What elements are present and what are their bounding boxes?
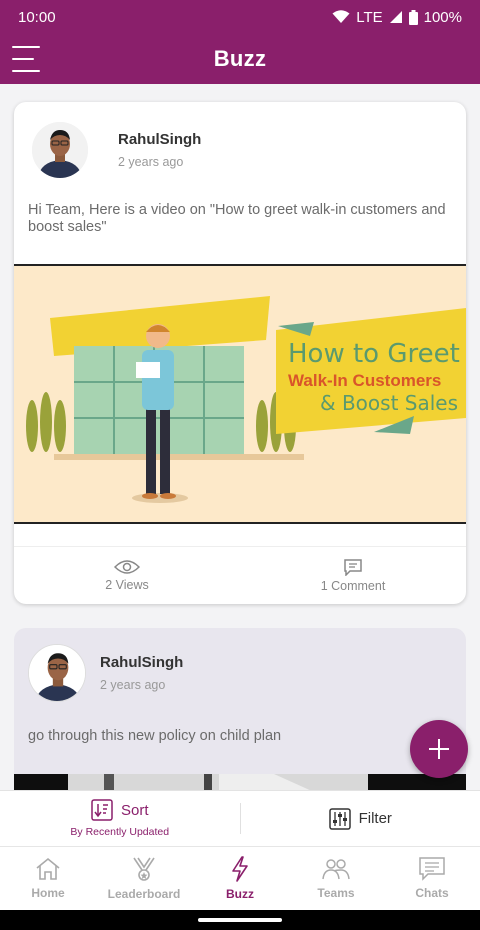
views-count: 2 Views <box>105 578 149 592</box>
signal-icon <box>389 11 402 23</box>
video-title-line3: & Boost Sales <box>320 391 458 415</box>
filter-label: Filter <box>358 810 392 827</box>
nav-leaderboard[interactable]: Leaderboard <box>96 847 192 910</box>
sort-subtitle: By Recently Updated <box>70 826 170 838</box>
plus-icon <box>429 739 449 759</box>
page-title: Buzz <box>213 46 267 71</box>
comments-button[interactable]: 1 Comment <box>240 547 466 604</box>
team-icon <box>322 859 350 880</box>
nav-leaderboard-label: Leaderboard <box>107 887 181 901</box>
nav-chats-label: Chats <box>415 886 449 900</box>
nav-chats[interactable]: Chats <box>384 847 480 910</box>
nav-teams[interactable]: Teams <box>288 847 384 910</box>
home-gesture-handle[interactable] <box>198 918 282 922</box>
bottom-nav: Home Leaderboard Buzz Teams Chats <box>0 846 480 910</box>
comment-icon <box>344 559 362 576</box>
post-time: 2 years ago <box>118 155 184 169</box>
trophy-icon <box>133 857 155 881</box>
add-post-button[interactable] <box>410 720 468 778</box>
status-bar: 10:00 LTE 100% <box>0 0 480 34</box>
avatar[interactable] <box>32 122 88 178</box>
author-name[interactable]: RahulSingh <box>100 654 183 671</box>
feed[interactable]: RahulSingh 2 years ago Hi Team, Here is … <box>0 84 480 790</box>
sort-icon <box>91 799 113 821</box>
home-icon <box>36 857 60 880</box>
nav-buzz[interactable]: Buzz <box>192 847 288 910</box>
eye-icon <box>114 560 140 574</box>
gesture-bar <box>0 910 480 930</box>
post-card[interactable]: RahulSingh 2 years ago Hi Team, Here is … <box>14 102 466 604</box>
lightning-icon <box>232 856 248 882</box>
nav-teams-label: Teams <box>317 886 355 900</box>
avatar[interactable] <box>28 644 86 702</box>
video-title-line2: Walk-In Customers <box>288 371 441 390</box>
app-bar: Buzz <box>0 34 480 84</box>
post-text: go through this new policy on child plan <box>28 728 282 744</box>
post-footer: 2 Views 1 Comment <box>14 546 466 604</box>
post-text: Hi Team, Here is a video on "How to gree… <box>28 202 446 235</box>
post-header: RahulSingh 2 years ago <box>14 102 466 178</box>
status-icons: LTE 100% <box>332 9 462 26</box>
comments-count: 1 Comment <box>320 579 386 593</box>
wifi-icon <box>332 10 350 23</box>
post-header: RahulSingh 2 years ago <box>14 628 466 702</box>
sort-filter-bar: Sort By Recently Updated Filter <box>0 790 480 846</box>
network-label: LTE <box>356 8 383 26</box>
nav-buzz-label: Buzz <box>226 887 254 901</box>
filter-button[interactable]: Filter <box>241 791 480 846</box>
sort-button[interactable]: Sort By Recently Updated <box>0 791 240 846</box>
post-media[interactable] <box>14 774 466 790</box>
views-button[interactable]: 2 Views <box>14 547 240 604</box>
status-time: 10:00 <box>18 8 56 26</box>
nav-home[interactable]: Home <box>0 847 96 910</box>
nav-home-label: Home <box>31 886 65 900</box>
video-title-line1: How to Greet <box>288 339 460 369</box>
menu-button[interactable] <box>12 46 40 72</box>
post-card[interactable]: RahulSingh 2 years ago go through this n… <box>14 628 466 790</box>
battery-label: 100% <box>423 8 462 26</box>
filter-icon <box>328 807 351 830</box>
chat-icon <box>419 857 445 881</box>
sort-label: Sort <box>120 801 149 819</box>
battery-icon <box>408 9 418 25</box>
video-thumbnail[interactable]: How to Greet Walk-In Customers & Boost S… <box>14 264 466 524</box>
post-time: 2 years ago <box>100 678 166 692</box>
author-name[interactable]: RahulSingh <box>118 131 201 148</box>
